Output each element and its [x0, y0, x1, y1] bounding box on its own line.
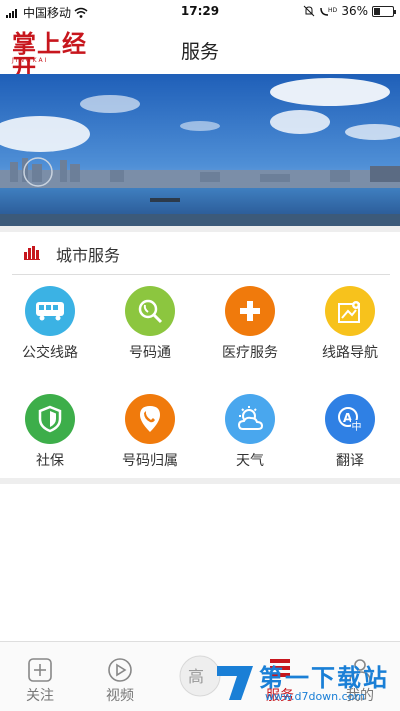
service-bus-lines[interactable]: 公交线路: [0, 286, 100, 381]
battery-percent: 36%: [341, 4, 368, 18]
phone-search-icon: [125, 286, 175, 336]
battery-icon: [372, 5, 396, 17]
service-label: 号码归属: [122, 453, 178, 469]
city-skyline-photo: [0, 74, 400, 226]
city-skyline-icon: [24, 246, 40, 260]
tab-label: 视频: [106, 688, 134, 704]
section-title: 城市服务: [56, 246, 121, 265]
service-label: 社保: [36, 453, 64, 469]
service-label: 线路导航: [322, 345, 378, 361]
section-header: 城市服务: [0, 234, 400, 272]
tab-label: 关注: [26, 688, 54, 704]
service-number-location[interactable]: 号码归属: [100, 394, 200, 489]
section-divider-bottom: [0, 478, 400, 484]
banner-image[interactable]: [0, 74, 400, 226]
status-right: HD 36%: [303, 4, 396, 18]
service-label: 医疗服务: [222, 345, 278, 361]
phone-location-icon: [125, 394, 175, 444]
bus-icon: [25, 286, 75, 336]
medical-cross-icon: [225, 286, 275, 336]
mute-bell-icon: [303, 5, 315, 17]
service-number-lookup[interactable]: 号码通: [100, 286, 200, 381]
service-label: 天气: [236, 453, 264, 469]
tab-video[interactable]: 视频: [80, 642, 160, 711]
tab-follow[interactable]: 关注: [0, 642, 80, 711]
status-bar: 中国移动 17:29 HD 36%: [0, 0, 400, 22]
translate-icon: A 中: [325, 394, 375, 444]
service-social-security[interactable]: 社保: [0, 394, 100, 489]
site-watermark: 第一下载站 www.d7down.com: [213, 658, 397, 710]
watermark-url: www.d7down.com: [265, 690, 366, 703]
section-divider: [0, 226, 400, 232]
add-follow-icon: [28, 658, 52, 682]
play-icon: [108, 658, 132, 682]
hd-call-icon: HD: [320, 7, 337, 16]
service-label: 翻译: [336, 453, 364, 469]
battery-level: [374, 7, 380, 15]
page-title: 服务: [180, 41, 219, 63]
weather-icon: [225, 394, 275, 444]
watermark-text: 第一下载站: [259, 664, 389, 692]
app-header: 掌上经开 JINGKAI 服务: [0, 22, 400, 80]
svg-text:高: 高: [188, 667, 204, 686]
map-navigation-icon: [325, 286, 375, 336]
watermark-logo-icon: [217, 666, 253, 700]
svg-text:HD: HD: [328, 7, 337, 14]
service-label: 号码通: [129, 345, 171, 361]
service-translate[interactable]: A 中 翻译: [300, 394, 400, 489]
section-underline: [12, 274, 390, 275]
service-medical[interactable]: 医疗服务: [200, 286, 300, 381]
service-route-navigation[interactable]: 线路导航: [300, 286, 400, 381]
service-label: 公交线路: [22, 345, 78, 361]
service-weather[interactable]: 天气: [200, 394, 300, 489]
shield-icon: [25, 394, 75, 444]
svg-text:中: 中: [352, 420, 362, 433]
